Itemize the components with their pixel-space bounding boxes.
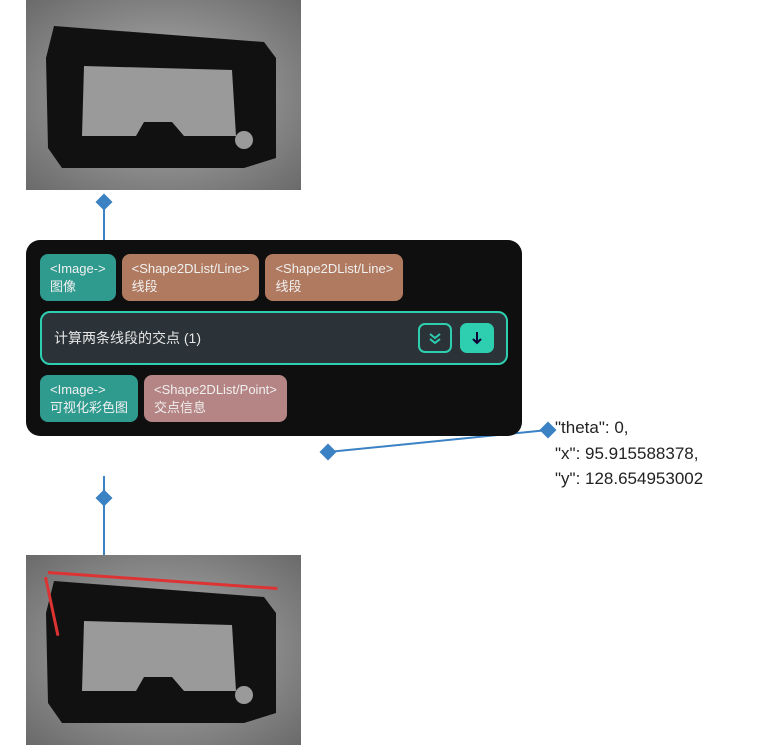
part-silhouette [44,18,282,173]
output-port-point[interactable]: <Shape2DList/Point> 交点信息 [144,375,287,422]
input-port-line-2[interactable]: <Shape2DList/Line> 线段 [265,254,403,301]
port-label: 图像 [50,278,106,296]
output-port-image[interactable]: <Image-> 可视化彩色图 [40,375,138,422]
point-result-readout: "theta": 0, "x": 95.915588378, "y": 128.… [555,415,703,492]
port-label: 交点信息 [154,399,277,417]
input-port-image[interactable]: <Image-> 图像 [40,254,116,301]
connector-diamond [96,194,113,211]
node-title-buttons [418,323,494,353]
port-type: <Image-> [50,260,106,278]
node-title: 计算两条线段的交点 (1) [54,328,201,348]
node-card: <Image-> 图像 <Shape2DList/Line> 线段 <Shape… [26,240,522,436]
node-title-row: 计算两条线段的交点 (1) [40,311,508,365]
result-line: "theta": 0, [555,418,629,437]
input-port-line-1[interactable]: <Shape2DList/Line> 线段 [122,254,260,301]
run-button[interactable] [460,323,494,353]
part-silhouette [44,573,282,728]
port-label: 线段 [275,278,393,296]
result-line: "y": 128.654953002 [555,469,703,488]
port-type: <Image-> [50,381,128,399]
connector-diamond [320,444,337,461]
double-chevron-down-icon [427,330,443,346]
node-inputs-row: <Image-> 图像 <Shape2DList/Line> 线段 <Shape… [40,254,508,301]
port-type: <Shape2DList/Line> [275,260,393,278]
connector-diamond [540,422,557,439]
port-label: 线段 [132,278,250,296]
node-outputs-row: <Image-> 可视化彩色图 <Shape2DList/Point> 交点信息 [40,375,508,422]
node-title-bar[interactable]: 计算两条线段的交点 (1) [40,311,508,365]
port-label: 可视化彩色图 [50,399,128,417]
port-type: <Shape2DList/Line> [132,260,250,278]
arrow-down-icon [469,330,485,346]
port-type: <Shape2DList/Point> [154,381,277,399]
connector-diamond [96,490,113,507]
expand-button[interactable] [418,323,452,353]
result-line: "x": 95.915588378, [555,444,698,463]
output-image-preview [26,555,301,745]
input-image-preview [26,0,301,190]
